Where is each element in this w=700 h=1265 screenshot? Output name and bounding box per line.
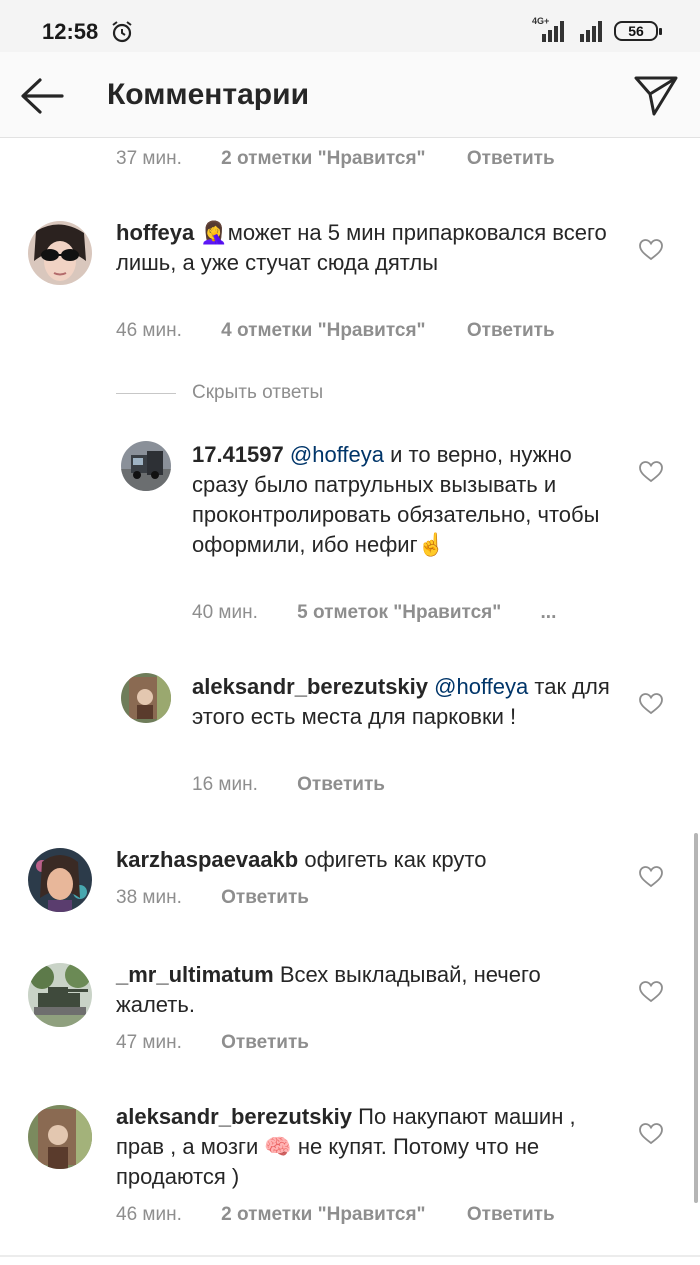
arrow-left-icon[interactable] xyxy=(18,74,66,118)
heart-icon[interactable] xyxy=(638,865,664,889)
avatar[interactable] xyxy=(121,441,171,491)
avatar[interactable] xyxy=(28,1105,92,1169)
comment-body: офигеть как круто xyxy=(298,847,487,872)
reply-button[interactable]: Ответить xyxy=(221,887,309,909)
status-time: 12:58 xyxy=(42,19,99,44)
avatar[interactable] xyxy=(28,963,92,1027)
battery-indicator: 56 xyxy=(614,21,662,41)
reply-button[interactable]: Ответить xyxy=(221,1032,309,1054)
signal-icon xyxy=(542,21,564,42)
heart-icon[interactable] xyxy=(638,1122,664,1146)
comment-username[interactable]: _mr_ultimatum xyxy=(116,962,274,987)
reply-meta: 16 мин. Ответить xyxy=(192,774,385,796)
avatar[interactable] xyxy=(121,673,171,723)
comment-username[interactable]: hoffeya xyxy=(116,220,194,245)
heart-icon[interactable] xyxy=(638,980,664,1004)
comment-text: _mr_ultimatum Всех выкладывай, нечего жа… xyxy=(116,960,616,1020)
comment-meta: 38 мин. Ответить xyxy=(116,887,309,909)
reply-button[interactable]: Ответить xyxy=(297,774,385,796)
comment-text: aleksandr_berezutskiy По накупают машин … xyxy=(116,1102,616,1192)
comment-meta: 46 мин. 2 отметки "Нравится" Ответить xyxy=(116,1204,555,1226)
comment-text: hoffeya 🤦‍♀️может на 5 мин припарковался… xyxy=(116,218,616,278)
reply-username[interactable]: 17.41597 xyxy=(192,442,284,467)
heart-icon[interactable] xyxy=(638,460,664,484)
comment-time: 37 мин. xyxy=(116,148,182,169)
divider xyxy=(0,1255,700,1257)
comment-meta: 47 мин. Ответить xyxy=(116,1032,309,1054)
avatar[interactable] xyxy=(28,221,92,285)
reply-text: aleksandr_berezutskiy @hoffeya так для э… xyxy=(192,672,622,732)
mention-link[interactable]: @hoffeya xyxy=(434,674,528,699)
reply-button[interactable]: Ответить xyxy=(467,1204,555,1226)
comment-time: 47 мин. xyxy=(116,1032,182,1053)
likes-count-link[interactable]: 2 отметки "Нравится" xyxy=(221,148,425,170)
reply-time: 16 мин. xyxy=(192,774,258,795)
reply-button[interactable]: Ответить xyxy=(467,320,555,342)
status-bar: 12:58 4G+ 56 xyxy=(0,0,700,52)
reply-username[interactable]: aleksandr_berezutskiy xyxy=(192,674,428,699)
hide-replies-label: Скрыть ответы xyxy=(192,382,324,403)
avatar[interactable] xyxy=(28,848,92,912)
comment-text: karzhaspaevaakb офигеть как круто xyxy=(116,845,616,875)
likes-count-link[interactable]: 2 отметки "Нравится" xyxy=(221,1204,425,1226)
scrollbar[interactable] xyxy=(694,833,698,1203)
comment-time: 46 мин. xyxy=(116,1204,182,1225)
paper-plane-icon[interactable] xyxy=(630,70,682,118)
reply-text: 17.41597 @hoffeya и то верно, нужно сраз… xyxy=(192,440,622,560)
comment-time: 38 мин. xyxy=(116,887,182,908)
signal-icon xyxy=(580,21,602,42)
reply-time: 40 мин. xyxy=(192,602,258,623)
heart-icon[interactable] xyxy=(638,692,664,716)
app-header: Комментарии xyxy=(0,52,700,138)
likes-count-link[interactable]: 4 отметки "Нравится" xyxy=(221,320,425,342)
page-title: Комментарии xyxy=(107,78,310,111)
more-options-button[interactable]: ... xyxy=(541,602,557,624)
comment-username[interactable]: karzhaspaevaakb xyxy=(116,847,298,872)
comment-meta: 37 мин. 2 отметки "Нравится" Ответить xyxy=(116,148,555,170)
divider xyxy=(116,392,176,394)
reply-button[interactable]: Ответить xyxy=(467,148,555,170)
comment-username[interactable]: aleksandr_berezutskiy xyxy=(116,1104,352,1129)
comments-list: 37 мин. 2 отметки "Нравится" Ответить ho… xyxy=(0,138,700,1265)
likes-count-link[interactable]: 5 отметок "Нравится" xyxy=(297,602,501,624)
hide-replies-toggle[interactable]: Скрыть ответы xyxy=(116,378,323,408)
alarm-icon xyxy=(112,21,132,43)
reply-meta: 40 мин. 5 отметок "Нравится" ... xyxy=(192,602,556,624)
comment-time: 46 мин. xyxy=(116,320,182,341)
comment-meta: 46 мин. 4 отметки "Нравится" Ответить xyxy=(116,320,555,342)
heart-icon[interactable] xyxy=(638,238,664,262)
mention-link[interactable]: @hoffeya xyxy=(290,442,384,467)
